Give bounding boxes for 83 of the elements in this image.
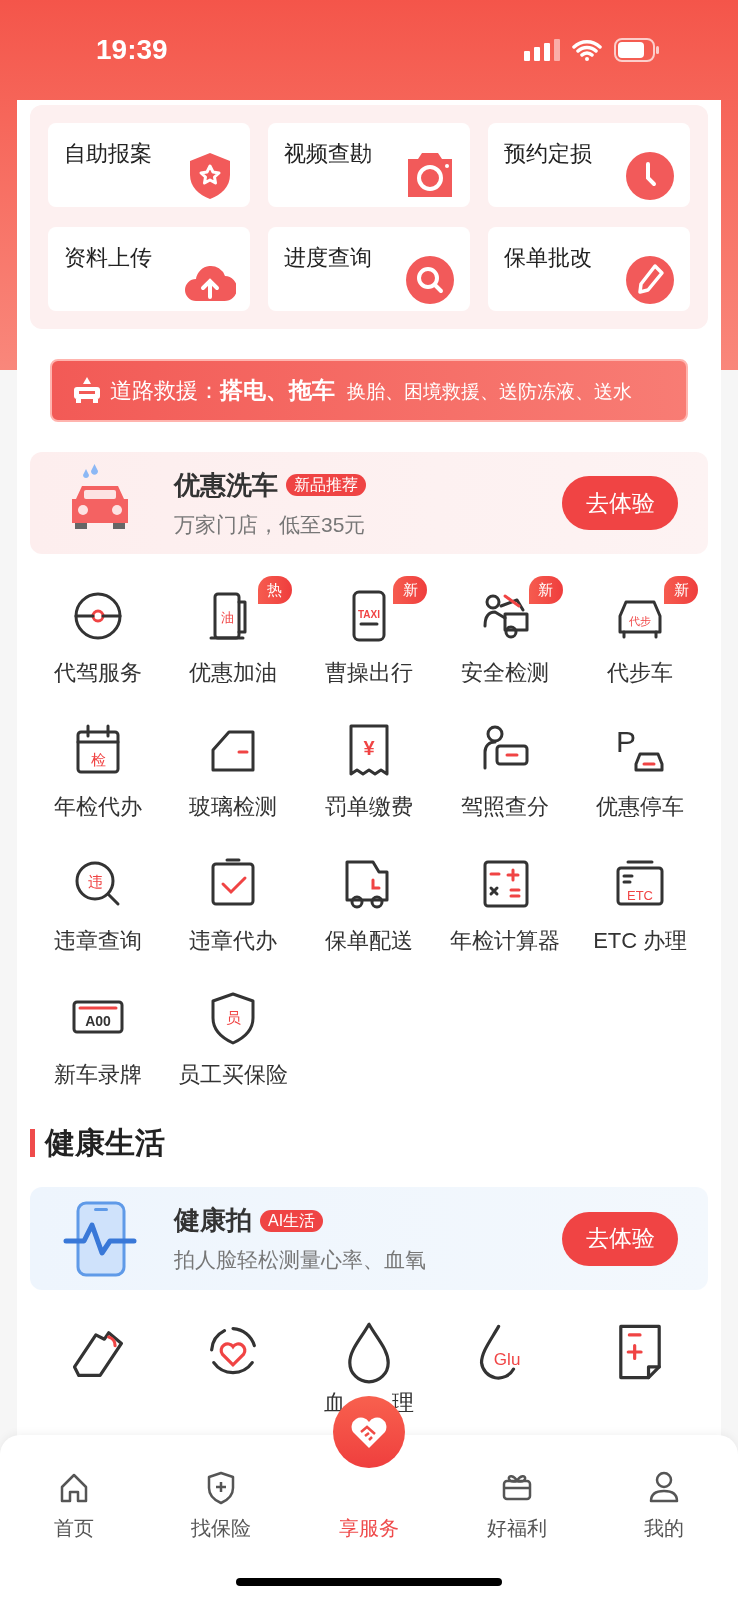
grid-label: 安全检测 [460, 659, 549, 688]
promo-tag: 新品推荐 [286, 474, 366, 497]
signal-icon [524, 39, 560, 61]
grid-item[interactable]: 保单配送 [301, 842, 437, 977]
grid-label: ETC 办理 [593, 927, 688, 956]
service-tile[interactable]: 保单批改 [488, 227, 690, 311]
grid-label: 血 [324, 1389, 346, 1417]
grid-item[interactable]: 检 年检代办 [30, 708, 166, 843]
promo-title: 健康拍 [174, 1204, 252, 1238]
grid-label: 优惠停车 [596, 793, 685, 822]
service-label: 资料上传 [64, 245, 152, 270]
badge: 新 [664, 576, 699, 605]
promo-subtitle: 万家门店，低至35元 [174, 511, 367, 538]
promo-tag: AI生活 [260, 1209, 324, 1232]
grid-item[interactable]: 代驾服务 [30, 574, 166, 709]
service-label: 保单批改 [504, 245, 592, 270]
service-tile[interactable]: 视频查勘 [268, 123, 470, 207]
promo-card[interactable]: 健康拍 AI生活 拍人脸轻松测量心率、血氧 去体验 [30, 1187, 708, 1290]
grid-item[interactable]: 驾照查分 [436, 708, 573, 843]
promo-card[interactable]: 优惠洗车 新品推荐 万家门店，低至35元 去体验 [30, 451, 708, 555]
grid-item[interactable]: 违章代办 [165, 842, 302, 977]
grid-item[interactable]: A00 新车录牌 [30, 976, 166, 1111]
wifi-icon [572, 39, 602, 61]
grid-item[interactable]: 玻璃检测 [165, 708, 302, 843]
service-tile[interactable]: 资料上传 [48, 227, 250, 311]
tab-label: 首页 [53, 1516, 94, 1541]
tab-label: 找保险 [191, 1516, 252, 1541]
grid-label: 罚单缴费 [325, 793, 413, 822]
grid-label: 新车录牌 [53, 1061, 142, 1090]
grid-label: 违章代办 [189, 927, 278, 956]
tab-item[interactable]: 我的 [644, 1469, 685, 1543]
try-button[interactable]: 去体验 [562, 1211, 678, 1266]
grid-label: 年检代办 [53, 793, 142, 822]
grid-label: 保单配送 [325, 927, 413, 956]
service-tile[interactable]: 自助报案 [48, 123, 250, 207]
grid-label: 玻璃检测 [189, 793, 278, 822]
promo-subtitle: 拍人脸轻松测量心率、血氧 [174, 1247, 427, 1274]
tab-item[interactable]: 首页 [53, 1469, 94, 1543]
grid-label: 年检计算器 [449, 927, 560, 956]
badge: 新 [393, 576, 428, 605]
grid-item[interactable]: 油 热 优惠加油 [165, 574, 302, 709]
grid-label: 违章查询 [53, 927, 142, 956]
promo-title: 优惠洗车 [174, 468, 278, 502]
grid-label: 员工买保险 [178, 1061, 289, 1090]
tab-item[interactable]: 好福利 [486, 1469, 547, 1543]
grid-item[interactable]: TAXI 新 曹操出行 [301, 574, 437, 709]
tab-item[interactable]: 享服务 [339, 1505, 399, 1543]
grid-label: 驾照查分 [460, 793, 549, 822]
section-title: 健康生活 [45, 1125, 165, 1162]
grid-item[interactable]: 年检计算器 [436, 842, 573, 977]
grid-item[interactable]: ETC ETC 办理 [572, 842, 708, 977]
tab-label: 好福利 [486, 1516, 547, 1541]
grid-item[interactable]: 违 违章查询 [30, 842, 166, 977]
badge: 热 [257, 576, 292, 605]
clock-icon [624, 149, 676, 201]
grid-item[interactable]: 代步 新 代步车 [572, 574, 708, 709]
try-button[interactable]: 去体验 [562, 476, 678, 531]
grid-label: 理 [392, 1389, 414, 1417]
rescue-text: 道路救援：搭电、拖车 换胎、困境救援、送防冻液、送水 [110, 376, 632, 406]
tab-item[interactable]: 找保险 [191, 1469, 252, 1543]
grid-label: 曹操出行 [325, 659, 413, 688]
service-tile[interactable]: 进度查询 [268, 227, 470, 311]
tow-truck-icon [72, 376, 102, 405]
service-label: 自助报案 [64, 141, 152, 166]
grid-item[interactable]: P 优惠停车 [572, 708, 708, 843]
pencil-icon [624, 253, 676, 305]
grid-item[interactable]: 员 员工买保险 [165, 976, 302, 1111]
grid-item[interactable]: 新 安全检测 [436, 574, 573, 709]
grid-item[interactable]: ¥ 罚单缴费 [301, 708, 437, 843]
grid-label: 代驾服务 [53, 659, 142, 688]
service-label: 视频查勘 [284, 141, 372, 166]
service-label: 进度查询 [284, 245, 372, 270]
grid-label: 优惠加油 [189, 659, 278, 688]
tab-label: 我的 [644, 1516, 685, 1541]
service-label: 预约定损 [504, 141, 592, 166]
battery-icon [614, 38, 660, 62]
badge: 新 [528, 576, 563, 605]
search-icon [404, 253, 456, 305]
status-time: 19:39 [96, 33, 168, 67]
tab-label: 享服务 [339, 1516, 399, 1541]
service-tile[interactable]: 预约定损 [488, 123, 690, 207]
section-marker [30, 1128, 35, 1157]
grid-label: 代步车 [607, 659, 674, 688]
